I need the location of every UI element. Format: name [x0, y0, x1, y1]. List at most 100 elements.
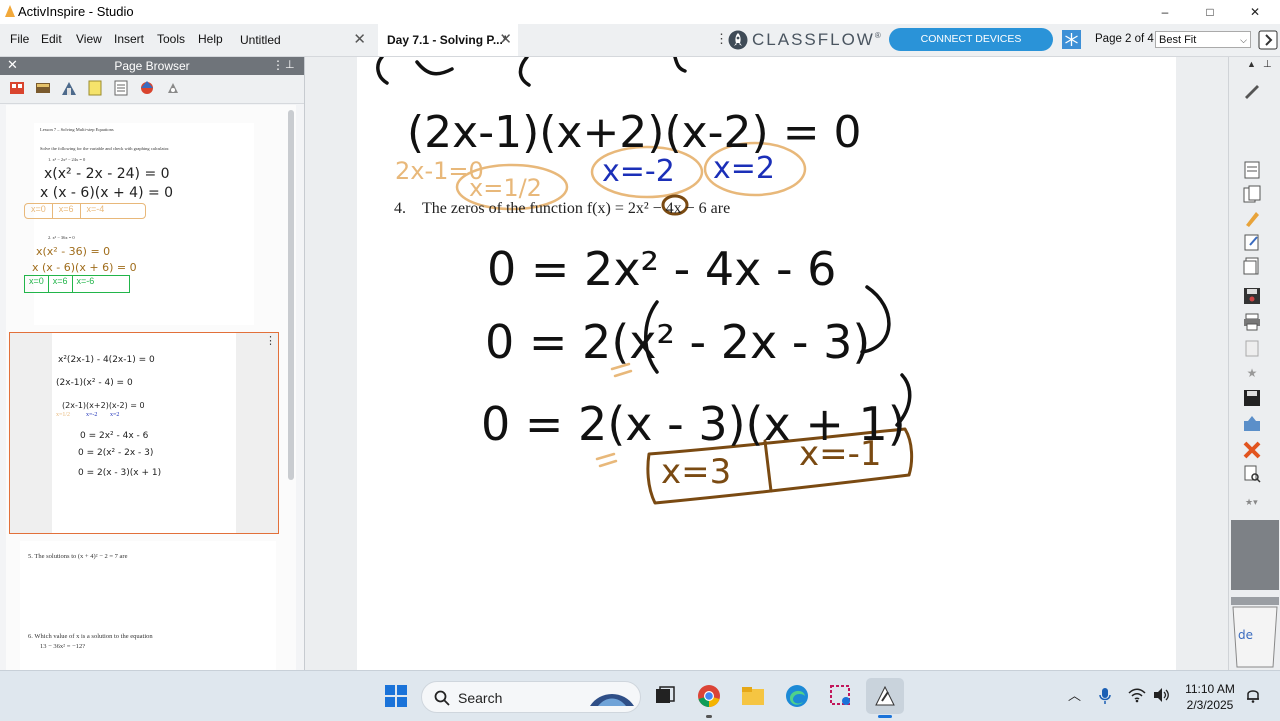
maximize-button[interactable]: □: [1195, 2, 1225, 22]
thumb-answer: x=0: [29, 276, 44, 286]
menu-insert[interactable]: Insert: [114, 32, 144, 46]
connect-devices-button[interactable]: CONNECT DEVICES: [889, 28, 1053, 51]
search-icon: [434, 690, 450, 706]
thumb-answer: x=2: [110, 412, 120, 418]
print-icon[interactable]: [1242, 313, 1262, 331]
menu-help[interactable]: Help: [198, 32, 223, 46]
zoom-select[interactable]: Best Fit ⌵: [1155, 31, 1251, 48]
duplicate-page-icon[interactable]: [1242, 185, 1262, 203]
page-browser-scrollbar[interactable]: [288, 110, 294, 480]
search-highlight-icon: [590, 694, 634, 706]
clock-time: 11:10 AM: [1185, 682, 1235, 696]
more-options-icon[interactable]: ⋮: [715, 31, 728, 47]
snipping-tool-icon[interactable]: [828, 683, 854, 709]
classflow-brand: CLASSFLOW: [752, 30, 875, 49]
taskbar: Search ︿ 11:10 AM 2/3/2025: [0, 670, 1280, 721]
thumb-hand-line: (2x-1)(x² - 4) = 0: [56, 378, 133, 388]
page-thumbnail-2-selected[interactable]: x²(2x-1) - 4(2x-1) = 0 (2x-1)(x² - 4) = …: [9, 332, 279, 534]
paste-icon[interactable]: [1242, 339, 1262, 357]
handwritten-step-1: 0 = 2x² - 4x - 6: [487, 242, 837, 296]
delete-icon[interactable]: [1242, 441, 1262, 459]
notes-icon[interactable]: [1242, 161, 1262, 179]
highlighter-icon[interactable]: [1242, 209, 1262, 227]
taskbar-clock[interactable]: 11:10 AM 2/3/2025: [1180, 681, 1240, 713]
page-browser-toolbar: [0, 75, 304, 104]
close-window-button[interactable]: ✕: [1240, 2, 1270, 22]
thumb-hand-line: 0 = 2(x - 3)(x + 1): [78, 468, 162, 478]
search-label: Search: [458, 690, 503, 706]
page-edit-icon[interactable]: [1242, 233, 1262, 251]
handwritten-step-2: 0 = 2(x² - 2x - 3): [485, 315, 871, 369]
pen-tool-icon[interactable]: [1242, 81, 1262, 99]
more-tools-icon[interactable]: ★▾: [1245, 497, 1258, 508]
menu-edit[interactable]: Edit: [41, 32, 62, 46]
floppy-icon[interactable]: [1242, 389, 1262, 407]
resource-browser-icon[interactable]: [34, 79, 52, 97]
task-view-icon[interactable]: [652, 683, 678, 709]
toolbar-pin-icon[interactable]: ⊥: [1263, 59, 1272, 70]
volume-icon[interactable]: [1152, 687, 1170, 703]
thumb-answer-box: x=0 x=6 x=-6: [24, 275, 130, 293]
edge-icon[interactable]: [784, 683, 810, 709]
title-bar: ActivInspire - Studio – □ ✕: [0, 0, 1280, 24]
toolbar-scrollbar-thumb[interactable]: [1231, 520, 1279, 590]
file-explorer-icon[interactable]: [740, 683, 766, 709]
tab-untitled[interactable]: Untitled ✕: [230, 24, 372, 56]
notes-browser-icon[interactable]: [86, 79, 104, 97]
magnifier-page-icon[interactable]: [1242, 465, 1262, 483]
thumb-answer: x=0: [31, 204, 46, 214]
thumb-answer: x=-6: [71, 276, 99, 292]
snowflake-icon[interactable]: [1062, 30, 1081, 49]
close-tab-icon[interactable]: ✕: [353, 24, 366, 56]
menu-tools[interactable]: Tools: [157, 32, 185, 46]
microphone-icon[interactable]: [1098, 687, 1112, 705]
window-title: ActivInspire - Studio: [18, 4, 134, 19]
copy-page-icon[interactable]: [1242, 257, 1262, 275]
action-browser-icon[interactable]: [138, 79, 156, 97]
star-icon[interactable]: ★: [1242, 363, 1262, 381]
notification-bell-icon[interactable]: [1246, 687, 1260, 703]
handwritten-factored-equation: (2x-1)(x+2)(x-2) = 0: [407, 107, 862, 158]
pin-icon[interactable]: ⊥: [285, 58, 295, 71]
wifi-icon[interactable]: [1128, 687, 1146, 703]
thumbnail-menu-icon[interactable]: ⋮: [265, 334, 276, 347]
activinspire-taskbar-button[interactable]: [866, 678, 904, 714]
tab-day-7-1[interactable]: Day 7.1 - Solving P...* ✕: [378, 24, 518, 56]
thumb-question-6-eq: 13 − 36x² = −12?: [40, 643, 86, 650]
menu-file[interactable]: File: [10, 32, 29, 46]
windows-start-icon[interactable]: [383, 683, 409, 709]
chrome-icon[interactable]: [696, 683, 722, 709]
page-browser-title: Page Browser: [114, 59, 190, 73]
flipchart-page[interactable]: (2x-1)(x+2)(x-2) = 0 2x-1=0 x=1/2 x=-2 x…: [357, 57, 1176, 670]
thumb-answer: x=-2: [86, 412, 98, 418]
handwritten-orange-answer: x=1/2: [469, 174, 542, 202]
menu-view[interactable]: View: [76, 32, 102, 46]
taskbar-search[interactable]: Search: [421, 681, 641, 713]
panel-menu-icon[interactable]: ⋮: [272, 58, 284, 72]
classflow-logo[interactable]: CLASSFLOW ®: [728, 29, 881, 51]
toggle-toolbar-icon[interactable]: [1258, 30, 1278, 50]
close-tab-icon[interactable]: ✕: [499, 24, 512, 56]
trash-bin-icon[interactable]: de: [1229, 597, 1280, 669]
chevron-up-icon[interactable]: ︿: [1068, 685, 1081, 704]
toolbar-collapse-icon[interactable]: ▲: [1247, 59, 1256, 69]
thumb-hand-line: x(x² - 2x - 24) = 0: [44, 166, 170, 182]
thumb-printed-eq1: 1. x³ − 2x² − 24x = 0: [48, 157, 86, 162]
minimize-button[interactable]: –: [1150, 2, 1180, 22]
thumb-hand-line: 0 = 2(x² - 2x - 3): [78, 448, 154, 458]
property-browser-icon[interactable]: [112, 79, 130, 97]
object-browser-icon[interactable]: [60, 79, 78, 97]
upload-icon[interactable]: [1242, 415, 1262, 433]
thumb-hand-line: x(x² - 36) = 0: [36, 245, 111, 258]
page-sorter-icon[interactable]: [8, 79, 26, 97]
page-thumbnail-1[interactable]: Lesson 7 – Solving Multi-step Equations …: [24, 123, 254, 325]
thumb-answer: x=6: [51, 204, 80, 218]
voting-browser-icon[interactable]: [164, 79, 182, 97]
save-icon[interactable]: [1242, 287, 1262, 305]
canvas-margin-left: [305, 57, 357, 670]
handwritten-answer-neg1: x=-1: [799, 434, 882, 474]
question-number: 4.: [394, 200, 406, 217]
tab-label: Day 7.1 - Solving P...*: [387, 33, 508, 47]
page-count-label: Page 2 of 4: [1095, 33, 1154, 45]
page-thumbnail-3[interactable]: 5. The solutions to (x + 4)² − 2 = 7 are…: [20, 541, 276, 670]
